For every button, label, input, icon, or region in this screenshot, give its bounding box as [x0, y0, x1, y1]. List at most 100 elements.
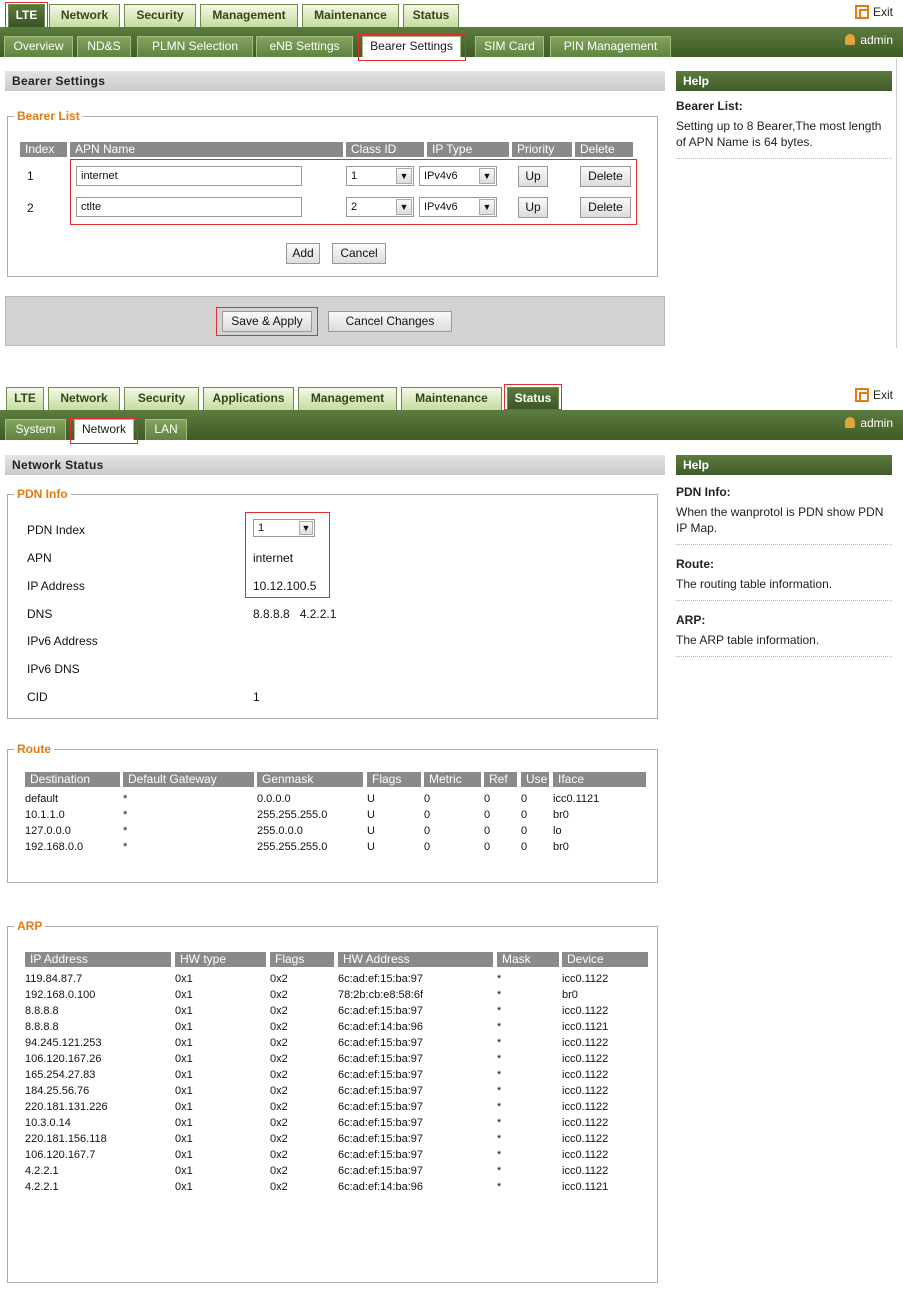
apn-label: APN — [27, 551, 52, 565]
cid-label: CID — [27, 690, 48, 704]
route-table-cell: 0 — [521, 841, 528, 853]
route-table-cell: 0 — [484, 825, 491, 837]
tab-overview[interactable]: Overview — [4, 36, 73, 57]
arp-table-cell: icc0.1122 — [562, 1005, 609, 1017]
arp-table-cell: * — [497, 1165, 502, 1177]
tab-maintenance[interactable]: Maintenance — [302, 4, 399, 27]
arp-table-header: HW Address — [338, 952, 493, 967]
tab-security[interactable]: Security — [124, 387, 199, 410]
help-panel: PDN Info: When the wanprotol is PDN show… — [676, 485, 892, 657]
arp-table-cell: * — [497, 1085, 502, 1097]
highlight-lte-tab — [5, 2, 48, 28]
route-table-cell: 10.1.1.0 — [25, 809, 65, 821]
tab-network[interactable]: Network — [48, 387, 120, 410]
arp-table-cell: 0x1 — [175, 1101, 193, 1113]
arp-table-cell: * — [497, 1101, 502, 1113]
route-table-cell: U — [367, 825, 375, 837]
arp-table-cell: icc0.1122 — [562, 1037, 609, 1049]
highlight-network-subtab — [70, 418, 138, 444]
route-table-cell: 0 — [424, 809, 431, 821]
cid-value: 1 — [253, 690, 260, 704]
exit-button[interactable]: Exit — [854, 386, 893, 404]
bearer-index: 1 — [27, 169, 34, 183]
bearer-index: 2 — [27, 201, 34, 215]
admin-user[interactable]: admin — [845, 33, 893, 47]
arp-table-cell: 8.8.8.8 — [25, 1021, 59, 1033]
ip-address-label: IP Address — [27, 579, 85, 593]
arp-table-cell: br0 — [562, 989, 578, 1001]
arp-table-cell: 0x1 — [175, 1149, 193, 1161]
route-table-cell: 0 — [484, 841, 491, 853]
route-table-cell: * — [123, 825, 128, 837]
tab-security[interactable]: Security — [124, 4, 196, 27]
admin-user[interactable]: admin — [845, 416, 893, 430]
arp-table-cell: icc0.1122 — [562, 1149, 609, 1161]
help-title: Help — [676, 455, 892, 475]
tab-maintenance[interactable]: Maintenance — [401, 387, 502, 410]
exit-button[interactable]: Exit — [854, 3, 893, 21]
arp-table-cell: 0x2 — [270, 1053, 288, 1065]
arp-table-cell: 94.245.121.253 — [25, 1037, 102, 1049]
tab-plmn-selection[interactable]: PLMN Selection — [137, 36, 253, 57]
route-table-cell: br0 — [553, 841, 569, 853]
route-table-cell: 0 — [424, 793, 431, 805]
help-text: The routing table information. — [676, 576, 892, 601]
tab-applications[interactable]: Applications — [203, 387, 294, 410]
tab-network[interactable]: Network — [49, 4, 120, 27]
col-priority: Priority — [512, 142, 572, 157]
highlight-save-apply — [216, 307, 318, 336]
arp-table-cell: 184.25.56.76 — [25, 1085, 90, 1097]
help-heading: PDN Info: — [676, 485, 731, 499]
highlight-pdn-values — [245, 512, 330, 598]
highlight-bearer-rows — [70, 159, 637, 225]
arp-table-cell: 6c:ad:ef:15:ba:97 — [338, 1069, 424, 1081]
tab-lte[interactable]: LTE — [6, 387, 44, 410]
arp-table-cell: 6c:ad:ef:15:ba:97 — [338, 1085, 424, 1097]
section-title: Bearer Settings — [5, 71, 665, 91]
arp-legend: ARP — [14, 919, 46, 933]
tab-nds[interactable]: ND&S — [77, 36, 131, 57]
arp-table-cell: icc0.1121 — [562, 1021, 609, 1033]
route-table-header: Metric — [424, 772, 481, 787]
arp-table-header: Mask — [497, 952, 559, 967]
col-index: Index — [20, 142, 67, 157]
arp-table-cell: 4.2.2.1 — [25, 1181, 59, 1193]
help-panel: Bearer List: Setting up to 8 Bearer,The … — [676, 99, 892, 159]
route-table-cell: 127.0.0.0 — [25, 825, 71, 837]
add-button[interactable]: Add — [286, 243, 320, 264]
route-table-cell: 0 — [484, 793, 491, 805]
pdn-info-legend: PDN Info — [14, 487, 71, 501]
col-delete: Delete — [575, 142, 633, 157]
highlight-status-tab — [504, 384, 562, 410]
col-class-id: Class ID — [346, 142, 424, 157]
route-table-cell: U — [367, 809, 375, 821]
route-table-cell: 0 — [521, 809, 528, 821]
route-table-cell: U — [367, 793, 375, 805]
arp-table-cell: 106.120.167.7 — [25, 1149, 96, 1161]
top-nav: LTE Network Security Applications Manage… — [0, 383, 903, 410]
route-table-header: Default Gateway — [123, 772, 254, 787]
arp-table-cell: * — [497, 1053, 502, 1065]
arp-table-cell: 0x2 — [270, 1101, 288, 1113]
tab-pin-management[interactable]: PIN Management — [550, 36, 671, 57]
tab-system[interactable]: System — [5, 419, 66, 440]
tab-management[interactable]: Management — [298, 387, 397, 410]
route-table-header: Ref — [484, 772, 517, 787]
arp-table-cell: 220.181.156.118 — [25, 1133, 107, 1145]
route-table-cell: 192.168.0.0 — [25, 841, 84, 853]
ipv6-address-label: IPv6 Address — [27, 634, 98, 648]
cancel-button[interactable]: Cancel — [332, 243, 386, 264]
network-status-screen: LTE Network Security Applications Manage… — [0, 383, 903, 1290]
tab-status[interactable]: Status — [403, 4, 459, 27]
tab-lan[interactable]: LAN — [145, 419, 187, 440]
dns-value: 8.8.8.8 4.2.2.1 — [253, 607, 337, 621]
help-heading: ARP: — [676, 613, 706, 627]
arp-table-cell: 220.181.131.226 — [25, 1101, 108, 1113]
tab-management[interactable]: Management — [200, 4, 298, 27]
cancel-changes-button[interactable]: Cancel Changes — [328, 311, 452, 332]
arp-table-cell: 0x1 — [175, 1053, 193, 1065]
tab-enb-settings[interactable]: eNB Settings — [256, 36, 353, 57]
arp-table-cell: icc0.1122 — [562, 1117, 609, 1129]
user-icon — [845, 34, 856, 45]
tab-sim-card[interactable]: SIM Card — [475, 36, 544, 57]
